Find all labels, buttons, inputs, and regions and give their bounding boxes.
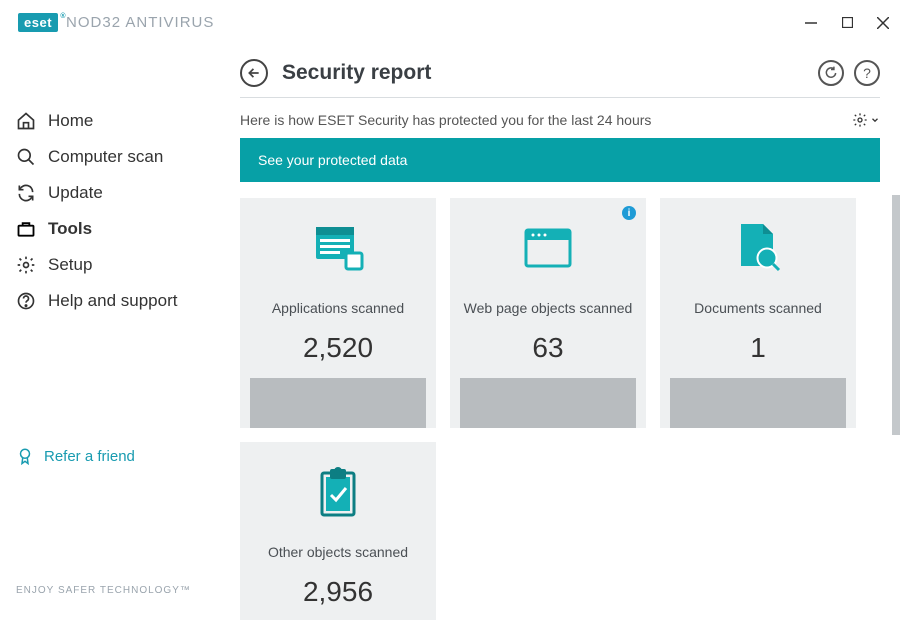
document-search-icon <box>735 222 781 274</box>
close-button[interactable] <box>876 16 890 30</box>
header-right: ? <box>818 60 880 86</box>
card-label: Web page objects scanned <box>464 290 633 326</box>
clipboard-check-icon <box>316 466 360 518</box>
app-window: eset NOD32 ANTIVIRUS Home <box>0 0 900 620</box>
banner-text: See your protected data <box>258 152 407 168</box>
award-icon <box>16 447 34 465</box>
gear-icon <box>852 112 868 128</box>
sidebar-item-tools[interactable]: Tools <box>0 211 240 247</box>
minimize-button[interactable] <box>804 16 818 30</box>
nav-list: Home Computer scan Update <box>0 103 240 319</box>
brand-product: NOD32 ANTIVIRUS <box>66 14 214 31</box>
titlebar: eset NOD32 ANTIVIRUS <box>0 0 900 45</box>
card-footer <box>250 378 426 428</box>
brand: eset NOD32 ANTIVIRUS <box>18 13 214 32</box>
arrow-left-icon <box>247 66 261 80</box>
subheader-text: Here is how ESET Security has protected … <box>240 112 651 128</box>
card-footer <box>460 378 636 428</box>
sidebar-item-label: Setup <box>48 255 92 275</box>
card-label: Documents scanned <box>694 290 822 326</box>
cards-container: Applications scanned 2,520 i Web page ob… <box>240 198 880 620</box>
card-value: 2,956 <box>303 576 373 608</box>
sidebar-item-label: Tools <box>48 219 92 239</box>
back-button[interactable] <box>240 59 268 87</box>
page-title: Security report <box>282 61 431 85</box>
card-footer <box>670 378 846 428</box>
close-icon <box>877 17 889 29</box>
minimize-icon <box>805 17 817 29</box>
main-header-left: Security report <box>240 59 431 87</box>
applications-icon <box>310 222 366 274</box>
body: Home Computer scan Update <box>0 45 900 620</box>
sidebar-bottom: Refer a friend ENJOY SAFER TECHNOLOGY™ <box>0 447 240 620</box>
refer-label: Refer a friend <box>44 448 135 465</box>
card-applications-scanned[interactable]: Applications scanned 2,520 <box>240 198 436 428</box>
sidebar-item-label: Help and support <box>48 291 177 311</box>
card-value: 2,520 <box>303 332 373 364</box>
refer-a-friend-link[interactable]: Refer a friend <box>16 447 224 465</box>
protected-data-banner[interactable]: See your protected data <box>240 138 880 182</box>
brand-badge: eset <box>18 13 58 32</box>
settings-dropdown[interactable] <box>852 112 880 128</box>
sidebar-item-label: Computer scan <box>48 147 163 167</box>
browser-icon <box>523 222 573 274</box>
briefcase-icon <box>16 219 36 239</box>
help-button[interactable]: ? <box>854 60 880 86</box>
main-header: Security report ? <box>240 59 880 98</box>
search-icon <box>16 147 36 167</box>
sidebar-item-update[interactable]: Update <box>0 175 240 211</box>
tagline: ENJOY SAFER TECHNOLOGY™ <box>16 585 224 596</box>
main-content: Security report ? Here is how ESET Secur… <box>240 45 900 620</box>
help-icon <box>16 291 36 311</box>
maximize-icon <box>842 17 853 28</box>
subheader: Here is how ESET Security has protected … <box>240 98 880 138</box>
sidebar-item-label: Update <box>48 183 103 203</box>
maximize-button[interactable] <box>840 16 854 30</box>
card-label: Other objects scanned <box>268 534 408 570</box>
window-controls <box>804 16 890 30</box>
sidebar: Home Computer scan Update <box>0 45 240 620</box>
card-value: 63 <box>532 332 563 364</box>
home-icon <box>16 111 36 131</box>
sidebar-item-setup[interactable]: Setup <box>0 247 240 283</box>
card-other-objects-scanned[interactable]: Other objects scanned 2,956 <box>240 442 436 620</box>
sidebar-item-home[interactable]: Home <box>0 103 240 139</box>
card-documents-scanned[interactable]: Documents scanned 1 <box>660 198 856 428</box>
sidebar-item-computer-scan[interactable]: Computer scan <box>0 139 240 175</box>
info-icon[interactable]: i <box>622 206 636 220</box>
sidebar-item-help[interactable]: Help and support <box>0 283 240 319</box>
card-value: 1 <box>750 332 766 364</box>
gear-icon <box>16 255 36 275</box>
reload-icon <box>824 66 838 80</box>
card-label: Applications scanned <box>272 290 404 326</box>
chevron-down-icon <box>870 115 880 125</box>
refresh-button[interactable] <box>818 60 844 86</box>
sidebar-item-label: Home <box>48 111 93 131</box>
scrollbar[interactable] <box>892 195 900 435</box>
refresh-icon <box>16 183 36 203</box>
card-web-objects-scanned[interactable]: i Web page objects scanned 63 <box>450 198 646 428</box>
